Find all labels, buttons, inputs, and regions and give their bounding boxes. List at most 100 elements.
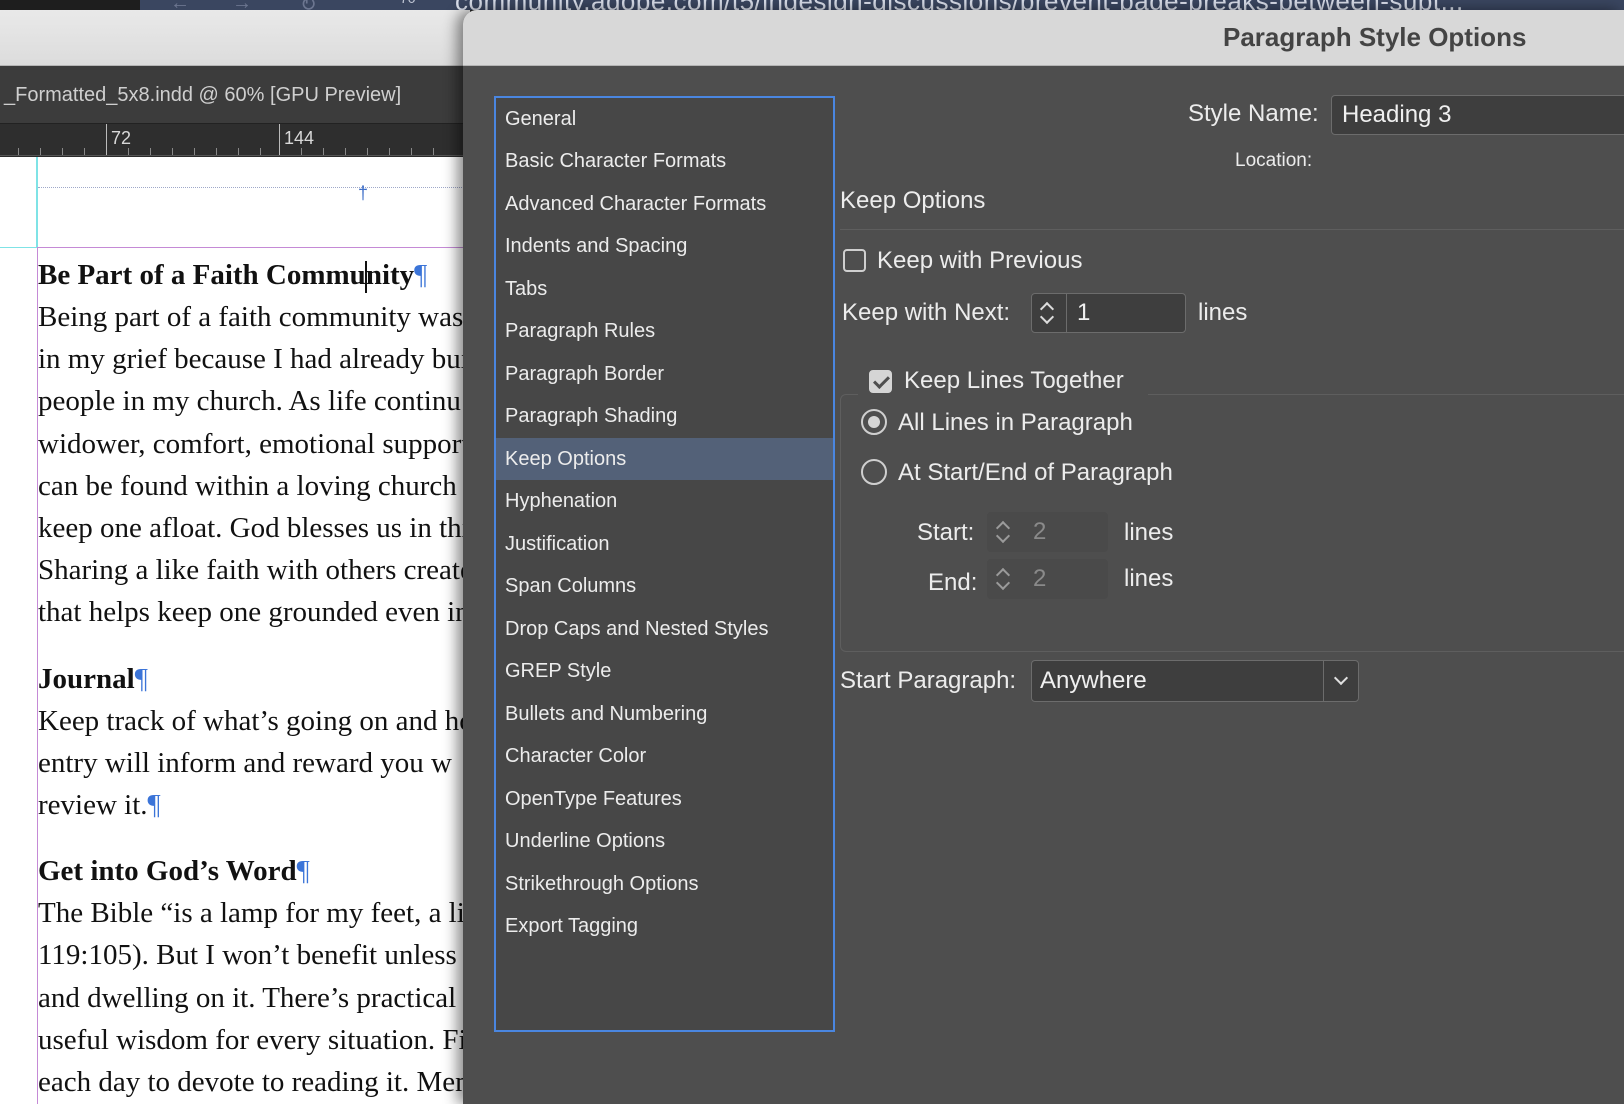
category-justification[interactable]: Justification [496, 523, 833, 565]
dialog-title: Paragraph Style Options [1223, 22, 1527, 52]
baseline-guide [38, 187, 470, 188]
end-stepper[interactable] [987, 559, 1023, 599]
category-drop-caps-nested-styles[interactable]: Drop Caps and Nested Styles [496, 608, 833, 650]
category-character-color[interactable]: Character Color [496, 735, 833, 777]
body-line: each day to devote to reading it. Memo [38, 1066, 470, 1099]
location-label: Location: [1235, 150, 1313, 171]
category-advanced-character-formats[interactable]: Advanced Character Formats [496, 183, 833, 225]
text-frame-edge [38, 247, 470, 248]
heading-text: Journal [38, 662, 135, 695]
back-arrow-icon[interactable]: ← [170, 0, 190, 10]
app-titlebar [0, 10, 470, 66]
heading-faith-community[interactable]: Be Part of a Faith Community¶ [38, 254, 470, 296]
document-tab[interactable]: _Formatted_5x8.indd @ 60% [GPU Preview] [0, 66, 470, 124]
body-line: Being part of a faith community was [38, 301, 464, 333]
document-canvas[interactable]: † Be Part of a Faith Community¶ Being pa… [0, 157, 470, 1104]
margin-guide [36, 157, 38, 247]
keep-with-next-stepper[interactable] [1031, 293, 1067, 333]
category-opentype-features[interactable]: OpenType Features [496, 778, 833, 820]
category-underline-options[interactable]: Underline Options [496, 820, 833, 862]
ruler-minor-tick [194, 148, 195, 155]
ruler-minor-tick [411, 148, 412, 155]
ruler-minor-tick [260, 148, 261, 155]
dropdown-separator [1323, 661, 1324, 701]
ruler-minor-tick [62, 148, 63, 155]
tab-count-badge[interactable]: 70 [400, 0, 416, 6]
dialog-titlebar[interactable]: Paragraph Style Options [463, 10, 1624, 66]
all-lines-radio[interactable] [861, 409, 887, 435]
ruler-minor-tick [216, 148, 217, 155]
category-paragraph-shading[interactable]: Paragraph Shading [496, 395, 833, 437]
chevron-down-icon[interactable] [1333, 670, 1349, 686]
keep-lines-together-checkbox[interactable] [869, 370, 892, 393]
category-bullets-and-numbering[interactable]: Bullets and Numbering [496, 693, 833, 735]
pilcrow-icon: ¶ [414, 259, 428, 291]
story-text[interactable]: Be Part of a Faith Community¶ Being part… [38, 254, 470, 1103]
keep-with-previous-label: Keep with Previous [877, 247, 1083, 274]
category-grep-style[interactable]: GREP Style [496, 650, 833, 692]
body-line: Sharing a like faith with others creates [38, 554, 470, 587]
start-label: Start: [917, 519, 975, 546]
category-keep-options[interactable]: Keep Options [496, 438, 833, 480]
section-title: Keep Options [840, 187, 986, 214]
category-basic-character-formats[interactable]: Basic Character Formats [496, 140, 833, 182]
body-line: 119:105). But I won’t benefit unless I [38, 939, 470, 972]
start-paragraph-label: Start Paragraph: [840, 667, 1017, 694]
category-paragraph-rules[interactable]: Paragraph Rules [496, 310, 833, 352]
anchor-marker-icon: † [358, 183, 369, 203]
start-input[interactable] [1022, 512, 1108, 552]
category-general[interactable]: General [496, 98, 833, 140]
all-lines-label: All Lines in Paragraph [898, 409, 1133, 436]
ruler-minor-tick [238, 148, 239, 155]
body-line: and dwelling on it. There’s practical he [38, 981, 470, 1014]
category-tabs[interactable]: Tabs [496, 268, 833, 310]
category-hyphenation[interactable]: Hyphenation [496, 480, 833, 522]
pilcrow-icon: ¶ [147, 789, 161, 822]
category-indents-and-spacing[interactable]: Indents and Spacing [496, 225, 833, 267]
margin-guide [0, 247, 40, 248]
end-input[interactable] [1022, 559, 1108, 599]
ruler-minor-tick [301, 148, 302, 155]
body-line: Keep track of what’s going on and how [38, 704, 470, 737]
ruler-minor-tick [367, 148, 368, 155]
start-stepper[interactable] [987, 512, 1023, 552]
forward-arrow-icon[interactable]: → [232, 0, 252, 10]
start-end-radio[interactable] [861, 459, 887, 485]
category-export-tagging[interactable]: Export Tagging [496, 905, 833, 947]
ruler-minor-tick [172, 148, 173, 155]
ruler-minor-tick [40, 148, 41, 155]
start-paragraph-dropdown[interactable]: Anywhere [1031, 660, 1359, 702]
category-list[interactable]: General Basic Character Formats Advanced… [494, 96, 835, 1032]
keep-with-next-input[interactable] [1066, 293, 1186, 333]
body-line: widower, comfort, emotional support [38, 427, 470, 460]
end-label: End: [928, 569, 978, 596]
reload-icon[interactable]: ↻ [300, 0, 317, 10]
keep-with-previous-checkbox[interactable] [843, 249, 866, 272]
address-bar-url[interactable]: community.adobe.com/t5/indesign-discussi… [455, 0, 1464, 10]
heading-text: Get into God’s Word [38, 855, 297, 888]
heading-gods-word[interactable]: Get into God’s Word¶ [38, 850, 470, 892]
end-unit: lines [1124, 565, 1174, 592]
category-strikethrough-options[interactable]: Strikethrough Options [496, 863, 833, 905]
browser-toolbar-left [0, 0, 140, 10]
category-paragraph-border[interactable]: Paragraph Border [496, 353, 833, 395]
document-tab-title: _Formatted_5x8.indd @ 60% [GPU Preview] [4, 84, 402, 106]
category-span-columns[interactable]: Span Columns [496, 565, 833, 607]
body-line: entry will inform and reward you w [38, 746, 452, 779]
pilcrow-icon: ¶ [134, 662, 148, 695]
keep-lines-together-label: Keep Lines Together [904, 367, 1124, 394]
ruler-minor-tick [84, 148, 85, 155]
body-text: review it. [38, 789, 148, 822]
ruler-label: 144 [284, 128, 315, 148]
horizontal-ruler[interactable]: 72 144 [0, 124, 470, 156]
body-line: can be found within a loving church [38, 469, 457, 502]
ruler-minor-tick [18, 148, 19, 155]
style-name-input[interactable] [1331, 95, 1624, 135]
body-line: The Bible “is a lamp for my feet, a ligh… [38, 897, 470, 930]
body-line: people in my church. As life continu [38, 385, 461, 418]
body-line: keep one afloat. God blesses us in this … [38, 512, 470, 545]
ruler-minor-tick [389, 148, 390, 155]
heading-journal[interactable]: Journal¶ [38, 658, 470, 700]
pilcrow-icon: ¶ [296, 855, 310, 888]
section-divider [840, 229, 1624, 230]
